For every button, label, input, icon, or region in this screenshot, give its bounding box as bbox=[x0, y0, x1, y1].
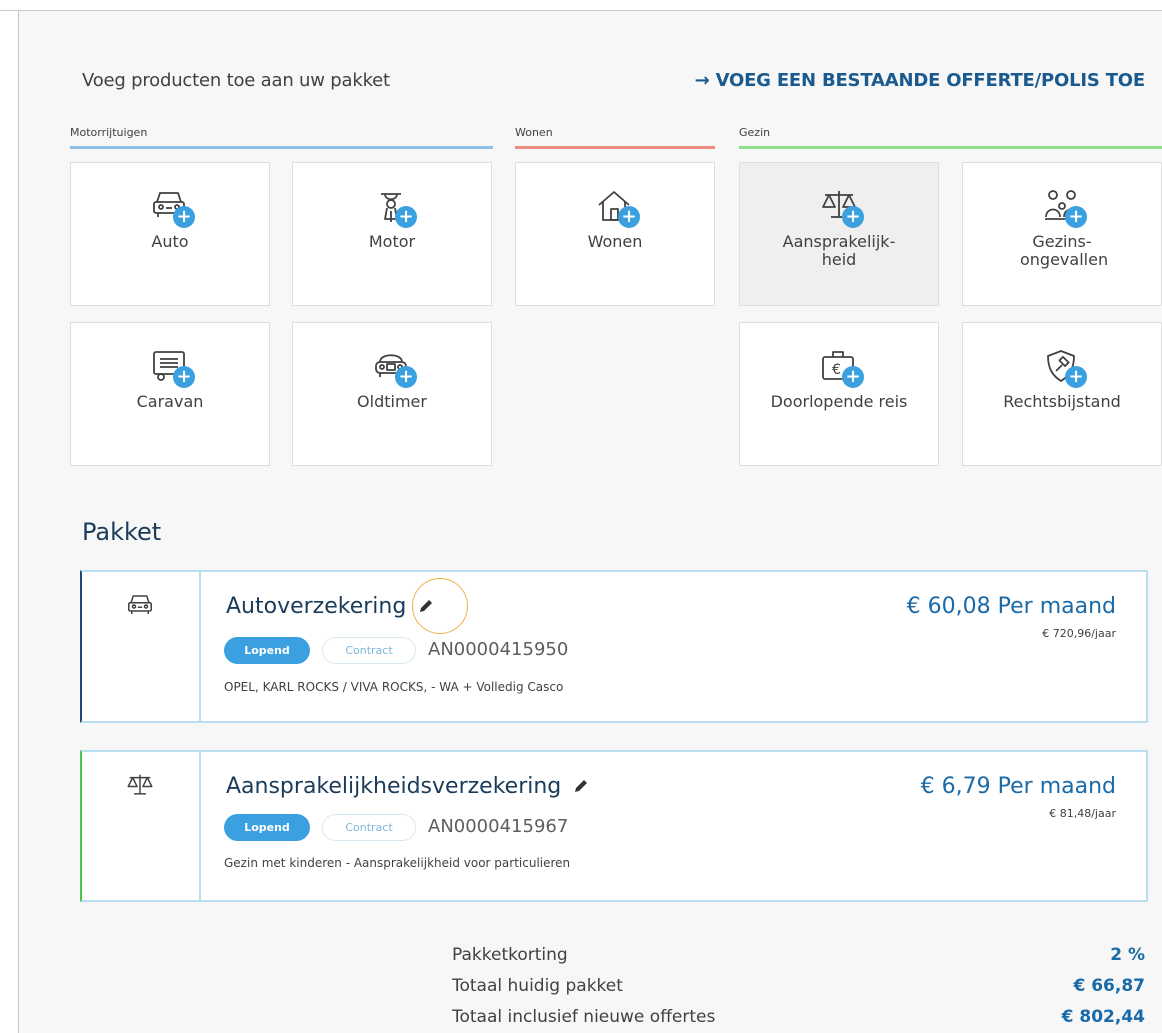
price-per-month: € 6,79 Per maand bbox=[920, 774, 1116, 799]
product-tile-aansprakelijkheid[interactable]: + Aansprakelijk-heid bbox=[739, 162, 939, 306]
product-tile-gezinsongevallen[interactable]: + Gezins-ongevallen bbox=[962, 162, 1162, 306]
pakket-item-title-text: Aansprakelijkheidsverzekering bbox=[226, 774, 562, 799]
summary-value-totaal-huidig: € 66,87 bbox=[1073, 976, 1145, 996]
category-wonen: Wonen bbox=[515, 126, 553, 139]
motorbike-icon: + bbox=[367, 189, 417, 233]
plus-icon: + bbox=[395, 366, 417, 388]
product-tile-wonen[interactable]: + Wonen bbox=[515, 162, 715, 306]
arrow-right-icon: → bbox=[694, 70, 710, 91]
scales-icon: + bbox=[814, 189, 864, 233]
category-gezin-line bbox=[739, 146, 1162, 149]
car-icon bbox=[128, 595, 152, 614]
summary-label-totaal-inclusief: Totaal inclusief nieuwe offertes bbox=[452, 1007, 716, 1027]
plus-icon: + bbox=[618, 206, 640, 228]
product-label: Wonen bbox=[587, 232, 643, 251]
plus-icon: + bbox=[1065, 366, 1087, 388]
family-icon: + bbox=[1037, 189, 1087, 233]
price-per-year: € 720,96/jaar bbox=[1042, 627, 1116, 640]
travel-case-icon: € + bbox=[814, 349, 864, 393]
category-gezin: Gezin bbox=[739, 126, 771, 139]
price-per-month: € 60,08 Per maand bbox=[906, 594, 1116, 619]
product-tile-auto[interactable]: + Auto bbox=[70, 162, 270, 306]
oldtimer-icon: + bbox=[367, 349, 417, 393]
product-tile-motor[interactable]: + Motor bbox=[292, 162, 492, 306]
product-label: Oldtimer bbox=[357, 392, 427, 411]
plus-icon: + bbox=[1065, 206, 1087, 228]
pakket-heading: Pakket bbox=[82, 518, 162, 546]
caravan-icon: + bbox=[145, 349, 195, 393]
pakket-item-title: Aansprakelijkheidsverzekering bbox=[226, 774, 589, 800]
category-motorrijtuigen-line bbox=[70, 146, 493, 149]
product-label: Gezins-ongevallen bbox=[1020, 232, 1109, 269]
product-label: Auto bbox=[151, 232, 189, 251]
plus-icon: + bbox=[842, 206, 864, 228]
summary-label-pakketkorting: Pakketkorting bbox=[452, 945, 568, 965]
product-label: Motor bbox=[368, 232, 416, 251]
product-label: Rechtsbijstand bbox=[1003, 392, 1121, 411]
plus-icon: + bbox=[842, 366, 864, 388]
product-tile-oldtimer[interactable]: + Oldtimer bbox=[292, 322, 492, 466]
summary-label-totaal-huidig: Totaal huidig pakket bbox=[452, 976, 623, 996]
add-existing-quote-label: VOEG EEN BESTAANDE OFFERTE/POLIS TOE bbox=[715, 70, 1146, 91]
plus-icon: + bbox=[173, 206, 195, 228]
plus-icon: + bbox=[173, 366, 195, 388]
plus-icon: + bbox=[395, 206, 417, 228]
type-badge: Contract bbox=[322, 637, 416, 664]
summary-value-pakketkorting: 2 % bbox=[1110, 945, 1145, 965]
pakket-item-title: Autoverzekering bbox=[226, 594, 434, 620]
product-tile-doorlopende-reis[interactable]: € + Doorlopende reis bbox=[739, 322, 939, 466]
category-wonen-line bbox=[515, 146, 715, 149]
pakket-item-aansprakelijkheidsverzekering[interactable]: Aansprakelijkheidsverzekering Lopend Con… bbox=[80, 750, 1148, 902]
scales-icon bbox=[127, 774, 153, 795]
product-label: Aansprakelijk-heid bbox=[782, 232, 896, 269]
policy-number: AN0000415967 bbox=[428, 816, 569, 837]
product-label: Doorlopende reis bbox=[770, 392, 908, 411]
status-badge: Lopend bbox=[224, 637, 310, 664]
policy-description: OPEL, KARL ROCKS / VIVA ROCKS, - WA + Vo… bbox=[224, 680, 564, 694]
status-badge: Lopend bbox=[224, 814, 310, 841]
policy-description: Gezin met kinderen - Aansprakelijkheid v… bbox=[224, 856, 571, 870]
price-per-year: € 81,48/jaar bbox=[1049, 807, 1116, 820]
policy-number: AN0000415950 bbox=[428, 639, 569, 660]
pakket-item-title-text: Autoverzekering bbox=[226, 594, 407, 619]
edit-pencil-icon[interactable] bbox=[573, 775, 589, 800]
product-tile-rechtsbijstand[interactable]: + Rechtsbijstand bbox=[962, 322, 1162, 466]
type-badge: Contract bbox=[322, 814, 416, 841]
house-icon: + bbox=[590, 189, 640, 233]
car-icon: + bbox=[145, 189, 195, 233]
product-tile-caravan[interactable]: + Caravan bbox=[70, 322, 270, 466]
add-products-heading: Voeg producten toe aan uw pakket bbox=[82, 70, 390, 91]
product-label: Caravan bbox=[136, 392, 204, 411]
edit-pencil-icon[interactable] bbox=[418, 595, 434, 620]
pakket-item-icon-column bbox=[82, 752, 201, 900]
add-existing-quote-link[interactable]: → VOEG EEN BESTAANDE OFFERTE/POLIS TOE bbox=[694, 70, 1146, 91]
pakket-item-autoverzekering[interactable]: Autoverzekering Lopend Contract AN000041… bbox=[80, 570, 1148, 723]
shield-hammer-icon: + bbox=[1037, 349, 1087, 393]
summary-value-totaal-inclusief: € 802,44 bbox=[1061, 1007, 1145, 1027]
pakket-item-icon-column bbox=[82, 572, 201, 721]
svg-text:€: € bbox=[832, 362, 841, 378]
category-motorrijtuigen: Motorrijtuigen bbox=[70, 126, 148, 139]
